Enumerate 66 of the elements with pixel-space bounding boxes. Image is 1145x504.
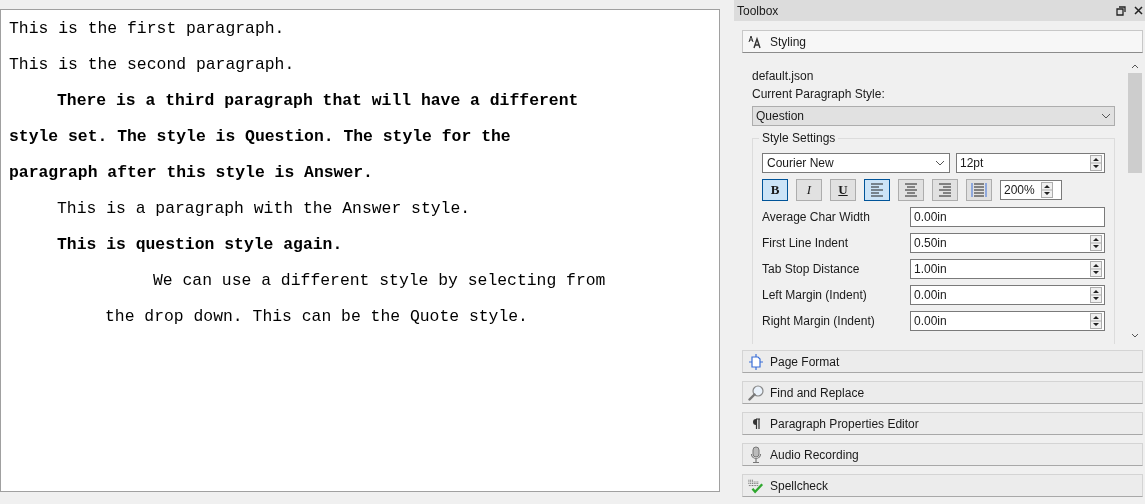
spinner-icon[interactable] bbox=[1090, 235, 1102, 251]
section-header[interactable]: Find and Replace bbox=[742, 381, 1143, 404]
value-field[interactable]: 0.00in bbox=[910, 311, 1105, 331]
section-label: Styling bbox=[770, 33, 807, 51]
spinner-icon[interactable] bbox=[1090, 313, 1102, 329]
section-header[interactable]: Paragraph Properties Editor bbox=[742, 412, 1143, 435]
line-spacing-button[interactable] bbox=[966, 179, 992, 201]
document-page[interactable] bbox=[0, 9, 720, 492]
align-left-icon bbox=[869, 181, 885, 199]
align-center-icon bbox=[903, 181, 919, 199]
page-outline-icon bbox=[748, 353, 764, 370]
spinner-icon[interactable] bbox=[1041, 182, 1053, 198]
field-label: Right Margin (Indent) bbox=[762, 313, 876, 330]
field-label: Left Margin (Indent) bbox=[762, 287, 868, 304]
scroll-up-icon[interactable] bbox=[1131, 64, 1139, 69]
line-spacing-icon bbox=[971, 182, 987, 198]
value-field[interactable]: 1.00in bbox=[910, 259, 1105, 279]
search-icon bbox=[748, 384, 764, 401]
paragraph: This is the second paragraph. bbox=[9, 54, 296, 76]
paragraph: This is question style again. bbox=[56, 234, 344, 256]
paragraph: This is a paragraph with the Answer style. bbox=[56, 198, 472, 220]
font-size-field[interactable]: 12pt bbox=[956, 153, 1105, 173]
group-title: Style Settings bbox=[759, 131, 839, 145]
section-label: Page Format bbox=[770, 353, 840, 371]
chevron-down-icon bbox=[935, 160, 945, 166]
align-center-button[interactable] bbox=[898, 179, 924, 201]
scrollbar-thumb[interactable] bbox=[1128, 73, 1142, 173]
font-size-icon bbox=[748, 34, 764, 49]
align-right-icon bbox=[937, 181, 953, 199]
line-spacing-field[interactable]: 200% bbox=[1000, 180, 1062, 200]
panel-title: Toolbox bbox=[737, 2, 780, 20]
value-field[interactable]: 0.00in bbox=[910, 207, 1105, 227]
align-right-button[interactable] bbox=[932, 179, 958, 201]
section-label: Paragraph Properties Editor bbox=[770, 415, 919, 433]
bold-button[interactable]: B bbox=[762, 179, 788, 201]
field-label: First Line Indent bbox=[762, 235, 850, 252]
section-header[interactable]: Page Format bbox=[742, 350, 1143, 373]
field-label: Current Paragraph Style: bbox=[752, 86, 886, 103]
paragraph: There is a third paragraph that will have a different style set. The style is Question. The style for the paragraph after this style is Answer. bbox=[9, 90, 580, 184]
close-icon[interactable] bbox=[1134, 6, 1143, 15]
file-name: default.json bbox=[752, 68, 815, 85]
italic-button[interactable]: I bbox=[796, 179, 822, 201]
underline-button[interactable]: U bbox=[830, 179, 856, 201]
field-label: Tab Stop Distance bbox=[762, 261, 861, 278]
field-label: Average Char Width bbox=[762, 209, 871, 226]
paragraph-style-dropdown[interactable]: Question bbox=[752, 106, 1115, 126]
spinner-icon[interactable] bbox=[1090, 155, 1102, 171]
section-label: Find and Replace bbox=[770, 384, 865, 402]
section-header[interactable]: Spellcheck bbox=[742, 474, 1143, 497]
microphone-icon bbox=[750, 445, 762, 464]
value-field[interactable]: 0.50in bbox=[910, 233, 1105, 253]
pilcrow-icon bbox=[751, 417, 761, 430]
section-label: Audio Recording bbox=[770, 446, 859, 464]
scroll-down-icon[interactable] bbox=[1131, 333, 1139, 338]
restore-icon[interactable] bbox=[1116, 5, 1126, 16]
align-left-button[interactable] bbox=[864, 179, 890, 201]
paragraph: This is the first paragraph. bbox=[9, 18, 286, 40]
spinner-icon[interactable] bbox=[1090, 287, 1102, 303]
spinner-icon[interactable] bbox=[1090, 261, 1102, 277]
section-header[interactable]: Styling bbox=[742, 30, 1143, 53]
section-label: Spellcheck bbox=[770, 477, 829, 495]
font-dropdown[interactable]: Courier New bbox=[762, 153, 950, 173]
value-field[interactable]: 0.00in bbox=[910, 285, 1105, 305]
chevron-down-icon bbox=[1101, 113, 1111, 119]
section-header[interactable]: Audio Recording bbox=[742, 443, 1143, 466]
paragraph: We can use a different style by selecting from the drop down. This can be the Quote style. bbox=[104, 270, 607, 328]
